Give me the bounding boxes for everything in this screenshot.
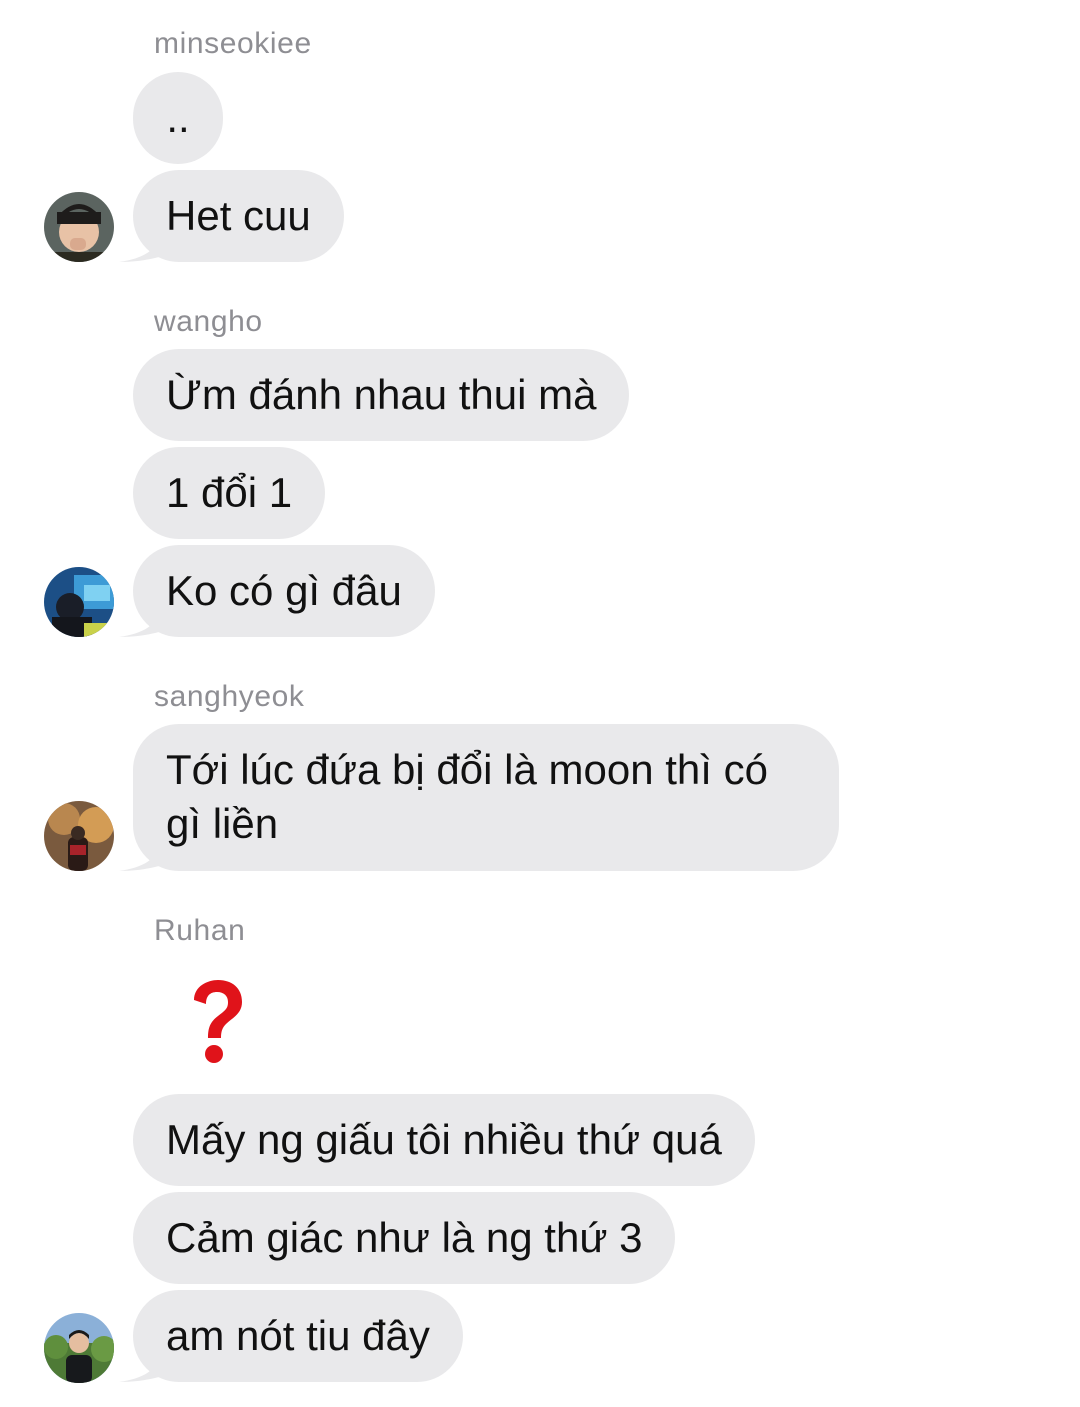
avatar-wangho[interactable] <box>44 567 114 637</box>
bubble-tail <box>119 228 163 262</box>
avatar-photo-icon <box>44 1313 114 1383</box>
question-mark-reaction-icon[interactable] <box>186 978 246 1068</box>
message-bubble[interactable]: 1 đổi 1 <box>133 447 326 539</box>
bubble-tail <box>119 837 163 871</box>
message-text: 1 đổi 1 <box>166 469 293 516</box>
message-text: Het cuu <box>166 192 311 239</box>
avatar-photo-icon <box>44 567 114 637</box>
bubble-tail <box>119 1348 163 1382</box>
sender-name: sanghyeok <box>154 680 305 713</box>
sender-name: wangho <box>154 305 263 338</box>
avatar-ruhan[interactable] <box>44 1313 114 1383</box>
sender-name: Ruhan <box>154 914 246 947</box>
message-text: Ko có gì đâu <box>166 567 402 614</box>
message-bubble[interactable]: Het cuu <box>119 170 344 262</box>
message-text: Ừm đánh nhau thui mà <box>166 371 597 418</box>
message-bubble[interactable]: am nót tiu đây <box>119 1290 463 1382</box>
avatar-minseokiee[interactable] <box>44 192 114 262</box>
message-bubble[interactable]: .. <box>133 72 223 164</box>
message-text: am nót tiu đây <box>166 1312 430 1359</box>
avatar-photo-icon <box>44 801 114 871</box>
message-bubble[interactable]: Cảm giác như là ng thứ 3 <box>133 1192 676 1284</box>
message-text: .. <box>166 94 190 141</box>
avatar-sanghyeok[interactable] <box>44 801 114 871</box>
message-bubble[interactable]: Ừm đánh nhau thui mà <box>133 349 630 441</box>
message-text: Cảm giác như là ng thứ 3 <box>166 1214 643 1261</box>
sender-name: minseokiee <box>154 27 312 60</box>
message-bubble[interactable]: Tới lúc đứa bị đổi là moon thì có gì liề… <box>119 724 839 871</box>
avatar-photo-icon <box>44 192 114 262</box>
message-text: Mấy ng giấu tôi nhiều thứ quá <box>166 1116 722 1163</box>
message-bubble[interactable]: Mấy ng giấu tôi nhiều thứ quá <box>133 1094 755 1186</box>
message-bubble[interactable]: Ko có gì đâu <box>119 545 435 637</box>
bubble-tail <box>119 603 163 637</box>
message-text: Tới lúc đứa bị đổi là moon thì có gì liề… <box>166 746 768 847</box>
